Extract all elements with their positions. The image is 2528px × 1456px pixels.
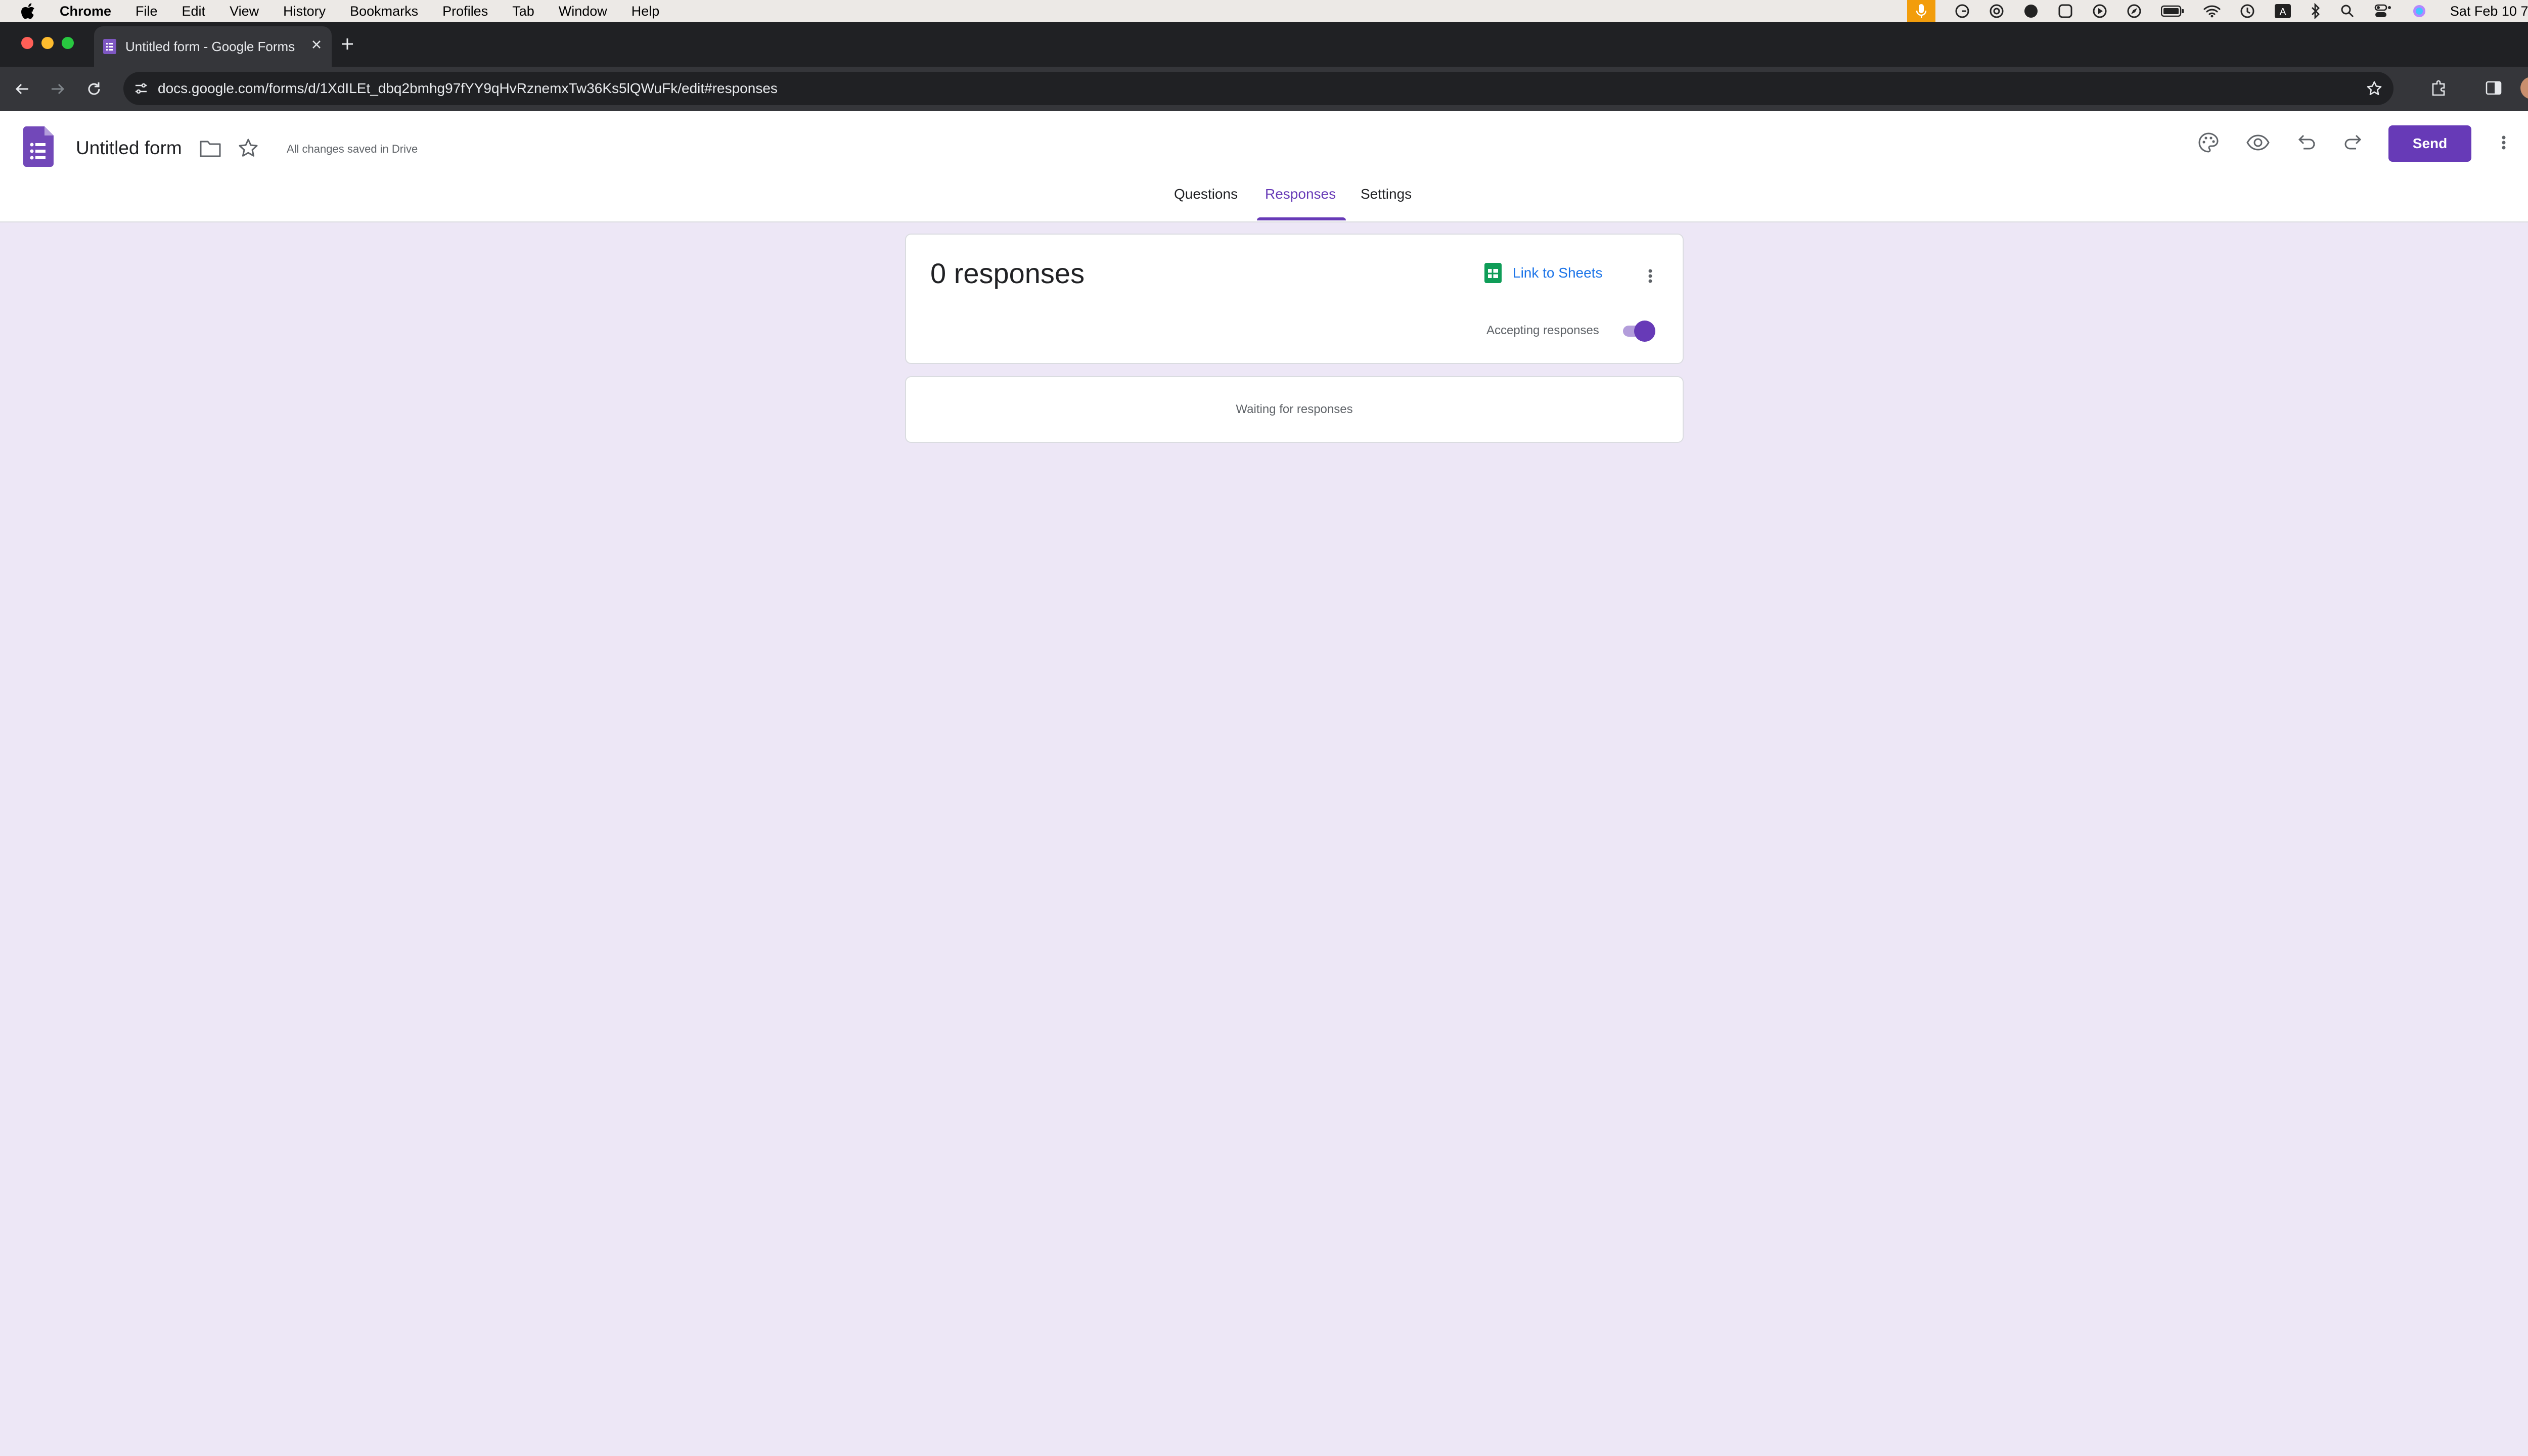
control-center-icon[interactable] [2374,4,2392,19]
menu-window[interactable]: Window [559,4,607,19]
browser-tab-title: Untitled form - Google Forms [125,38,295,54]
forward-arrow-icon[interactable] [49,80,67,98]
menu-history[interactable]: History [283,4,326,19]
responses-summary-card: 0 responses Link to Sheets Accepting res… [905,234,1684,364]
menubar-clock[interactable]: Sat Feb 10 7:11 PM [2450,4,2528,19]
window-minimize-button[interactable] [41,37,54,49]
accepting-responses-label: Accepting responses [1486,324,1599,337]
at-sign-icon[interactable] [1989,4,2004,19]
keyboard-input-icon[interactable]: A [2274,4,2291,19]
google-forms-favicon [103,39,116,54]
save-status-text: All changes saved in Drive [287,143,418,155]
spotlight-search-icon[interactable] [2340,4,2355,19]
menu-app-name[interactable]: Chrome [60,4,111,19]
window-close-button[interactable] [21,37,33,49]
menu-file[interactable]: File [136,4,158,19]
forms-header: Untitled form All changes saved in Drive… [0,111,2528,222]
back-arrow-icon[interactable] [13,80,31,98]
link-to-sheets-label: Link to Sheets [1513,265,1603,281]
redo-icon[interactable] [2343,131,2365,154]
send-button[interactable]: Send [2388,125,2471,162]
undo-icon[interactable] [2294,131,2317,154]
close-tab-icon[interactable] [310,38,323,51]
preview-eye-icon[interactable] [2246,131,2270,154]
tab-responses[interactable]: Responses [1265,186,1336,202]
chrome-profile-avatar[interactable] [2520,77,2528,99]
response-count: 0 responses [930,257,1085,289]
svg-text:A: A [2279,7,2286,18]
apple-icon[interactable] [20,3,37,20]
menu-tab[interactable]: Tab [512,4,534,19]
responses-more-kebab-icon[interactable] [1646,265,1654,287]
customize-theme-palette-icon[interactable] [2197,131,2220,154]
new-tab-plus-icon[interactable] [340,36,355,52]
time-machine-icon[interactable] [2240,4,2255,19]
menu-help[interactable]: Help [631,4,660,19]
toggle-knob [1634,321,1655,342]
reload-icon[interactable] [85,80,103,98]
accepting-responses-toggle[interactable] [1621,321,1655,342]
side-panel-icon[interactable] [2485,79,2503,97]
menu-edit[interactable]: Edit [182,4,206,19]
site-settings-icon[interactable] [133,81,149,96]
move-to-folder-icon[interactable] [199,139,221,159]
address-bar-url[interactable]: docs.google.com/forms/d/1XdILEt_dbq2bmhg… [158,80,778,97]
extensions-puzzle-icon[interactable] [2430,79,2448,97]
battery-icon [2160,5,2184,17]
browser-tab-strip: Untitled form - Google Forms [0,22,2528,67]
waiting-for-responses-card: Waiting for responses [905,376,1684,443]
macos-menu-bar: Chrome File Edit View History Bookmarks … [0,0,2528,22]
window-zoom-button[interactable] [62,37,74,49]
google-sheets-icon [1484,263,1502,283]
bookmark-star-icon[interactable] [2366,80,2382,97]
link-to-sheets-button[interactable]: Link to Sheets [1484,263,1602,283]
browser-toolbar: docs.google.com/forms/d/1XdILEt_dbq2bmhg… [0,67,2528,111]
more-options-kebab-icon[interactable] [2500,131,2508,154]
browser-tab-active[interactable]: Untitled form - Google Forms [94,26,332,67]
waiting-for-responses-text: Waiting for responses [1236,402,1353,416]
star-icon[interactable] [238,138,259,159]
menu-profiles[interactable]: Profiles [442,4,488,19]
form-title[interactable]: Untitled form [76,138,182,159]
siri-icon[interactable] [2412,4,2427,19]
menu-bookmarks[interactable]: Bookmarks [350,4,418,19]
tab-questions[interactable]: Questions [1174,186,1238,202]
square-app-icon[interactable] [2058,4,2073,19]
bluetooth-icon[interactable] [2311,3,2321,19]
compass-icon[interactable] [2127,4,2142,19]
status-area: A Sat Feb 10 7:11 PM [1907,0,2528,22]
wifi-icon[interactable] [2203,5,2221,18]
tab-settings[interactable]: Settings [1361,186,1412,202]
microphone-icon[interactable] [1907,0,1935,22]
menu-view[interactable]: View [230,4,259,19]
address-bar[interactable]: docs.google.com/forms/d/1XdILEt_dbq2bmhg… [123,72,2394,105]
play-icon[interactable] [2092,4,2107,19]
google-forms-logo-icon[interactable] [23,126,54,167]
grammarly-icon[interactable] [1955,4,1970,19]
active-tab-indicator [1257,217,1346,220]
record-icon[interactable] [2023,4,2039,19]
